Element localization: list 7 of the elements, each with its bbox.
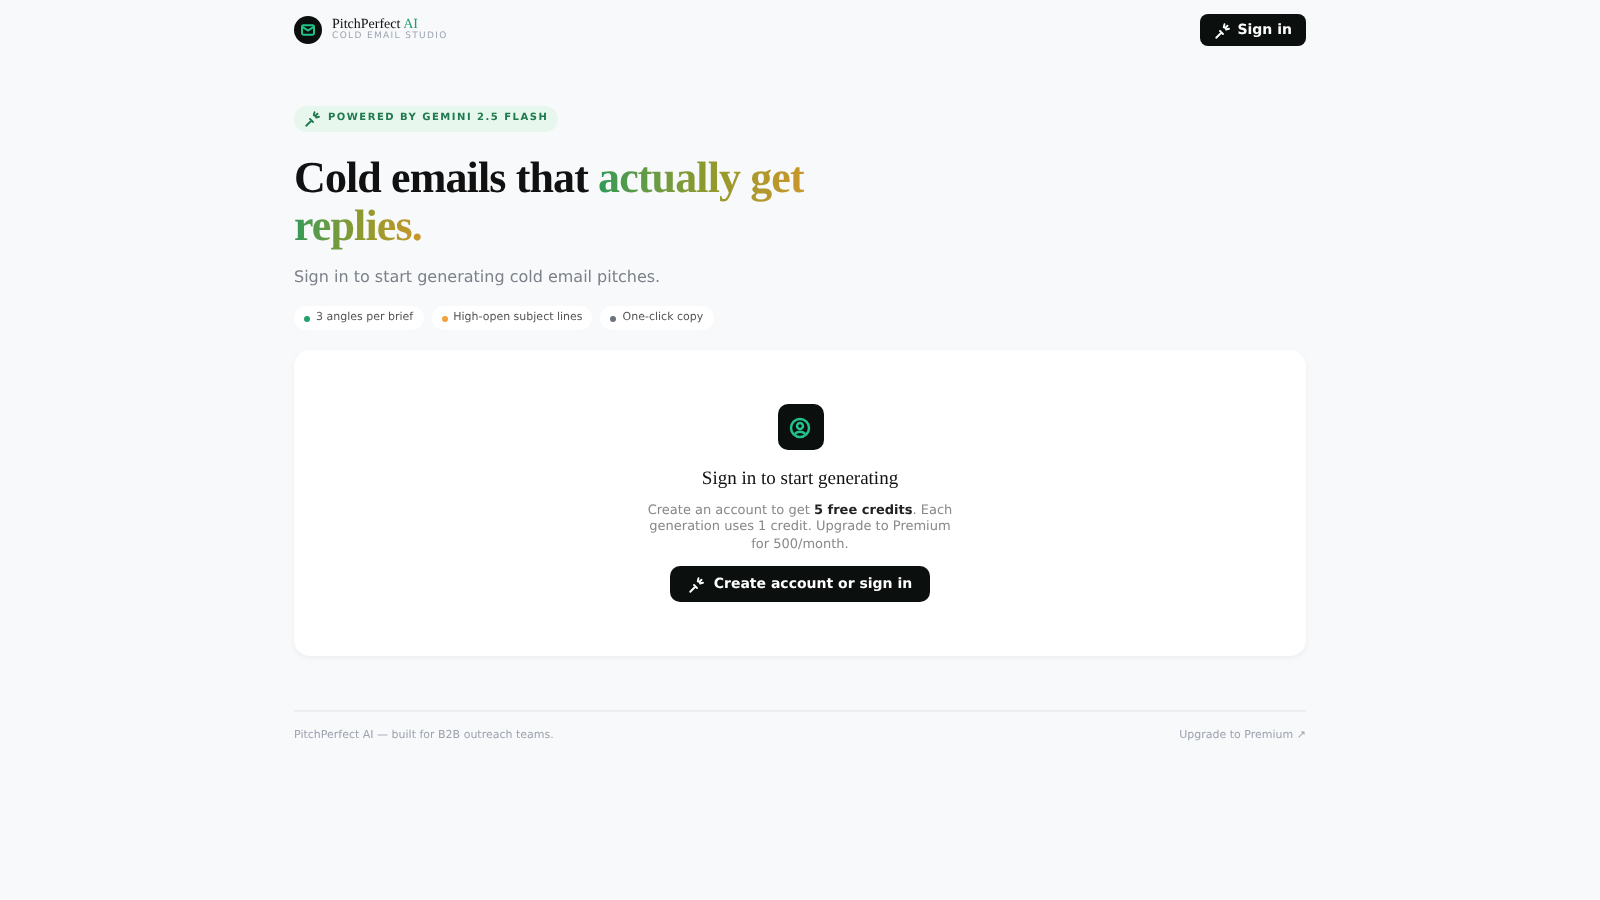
subtitle: Sign in to start generating cold email pitches. [294, 266, 663, 290]
card-title: Sign in to start generating [701, 468, 899, 495]
user-icon [777, 404, 823, 451]
sparkle-icon [304, 110, 322, 128]
logo-icon [294, 16, 322, 44]
sparkle-icon [1213, 21, 1232, 39]
sparkle-icon [687, 575, 706, 593]
